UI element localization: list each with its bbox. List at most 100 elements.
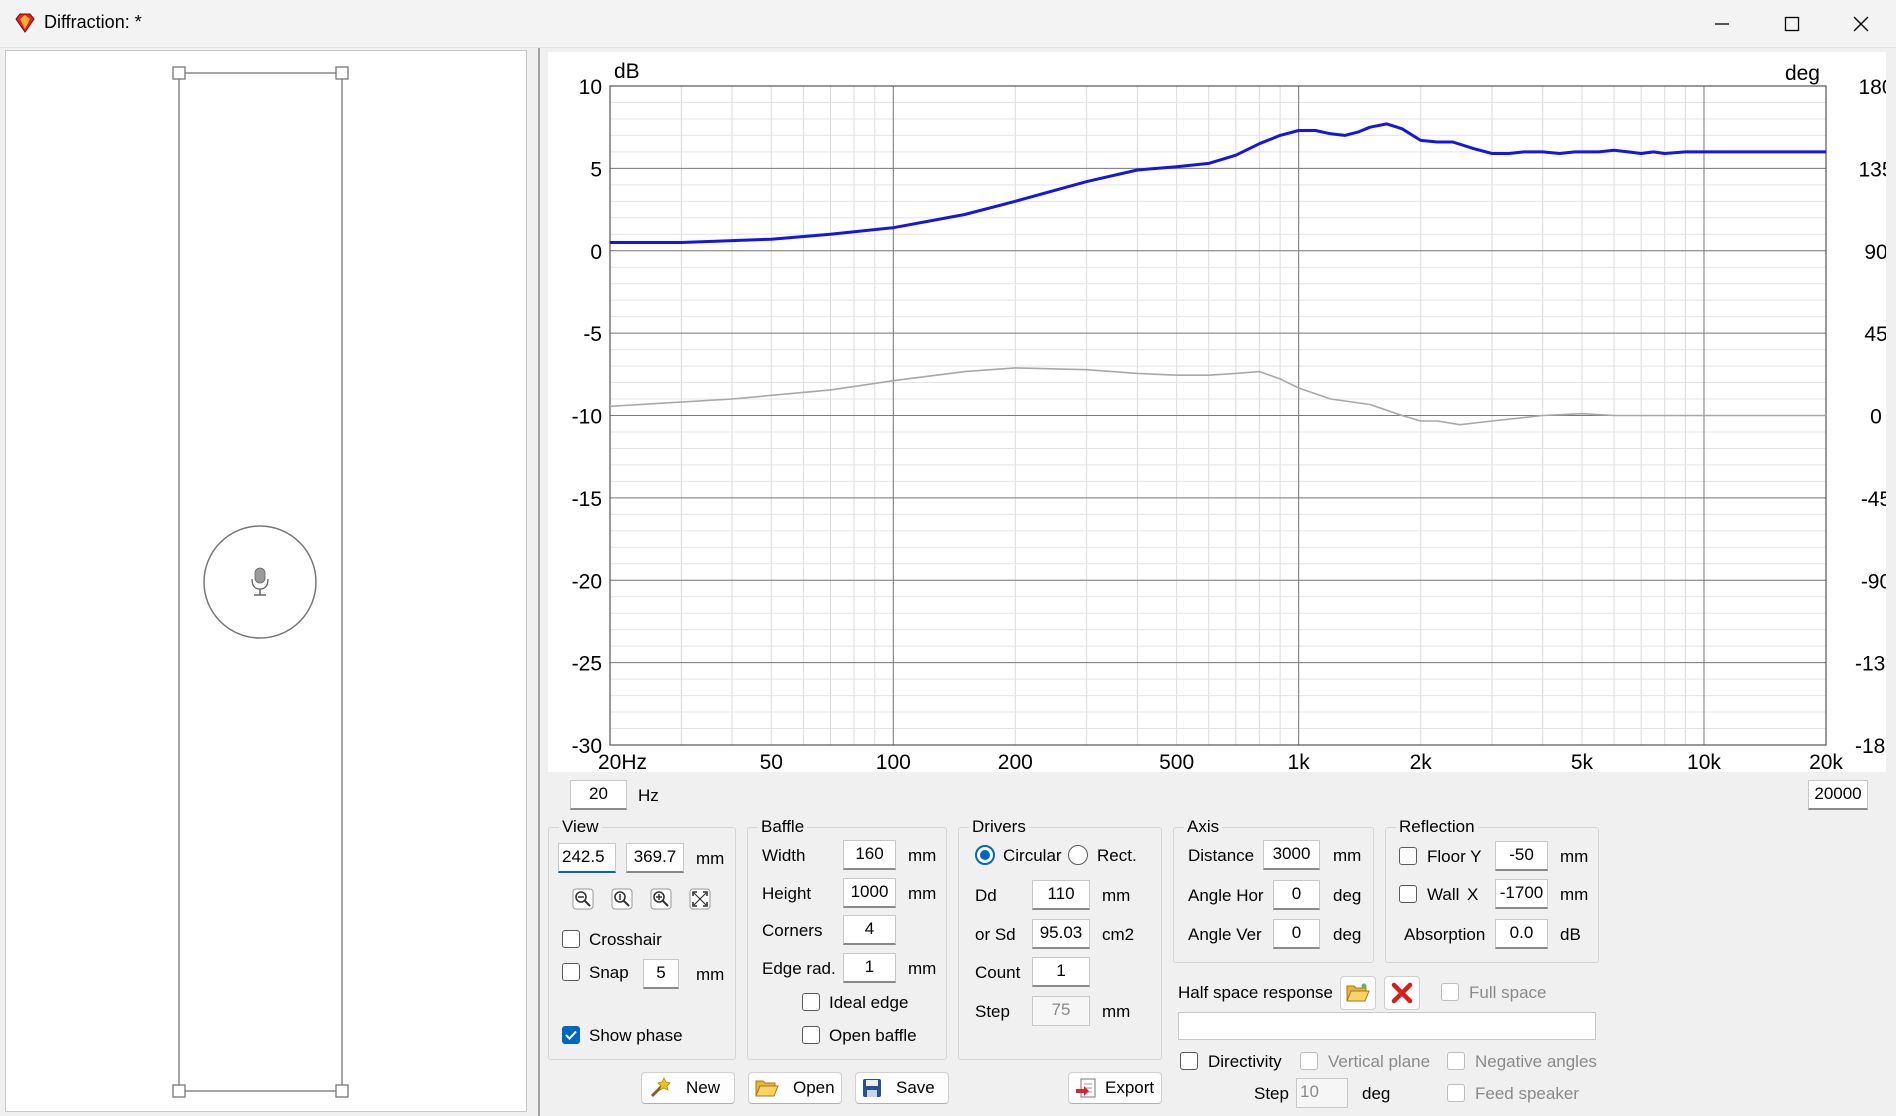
floor-input[interactable]: -50 [1495,841,1548,871]
minimize-button[interactable] [1687,0,1757,48]
x-tick-label: 500 [1159,751,1194,772]
freq-min-input[interactable]: 20 [570,780,627,810]
check-icon [565,1030,577,1040]
y2-tick-label: 180 [1858,76,1886,99]
rect-radio[interactable] [1068,845,1088,865]
window-title: Diffraction: * [44,12,142,32]
zoom-fit-button[interactable] [608,885,636,913]
new-button-label: New [686,1078,721,1097]
half-space-path-input[interactable] [1178,1012,1596,1040]
edge-rad-input[interactable]: 1 [843,953,896,983]
baffle-drawing[interactable] [6,51,526,1111]
absorption-unit: dB [1560,925,1581,944]
panel-splitter[interactable] [528,50,538,1112]
view-y-input[interactable]: 369.7 [626,843,684,873]
drivers-group-title: Drivers [969,817,1029,837]
freq-min-unit: Hz [638,786,659,805]
snap-checkbox[interactable] [562,963,580,981]
count-input[interactable]: 1 [1032,957,1090,987]
save-button[interactable]: Save [855,1072,949,1104]
y-tick-label: -15 [572,488,602,511]
magnitude-series-line [610,122,1826,244]
title-bar: Diffraction: * [0,0,1896,48]
height-input[interactable]: 1000 [843,878,896,908]
vertical-plane-label: Vertical plane [1328,1052,1431,1071]
edge-rad-label: Edge rad. [762,959,836,978]
response-chart[interactable]: 1050-5-10-15-20-25-3018013590450-45-90-1… [548,52,1886,772]
axis-group-title: Axis [1184,817,1223,837]
reflection-group-title: Reflection [1396,817,1478,837]
crosshair-checkbox[interactable] [562,930,580,948]
wall-axis-label: X [1467,885,1479,904]
red-x-icon [1391,982,1413,1004]
resize-handle-bottom-right [335,1084,349,1098]
absorption-input[interactable]: 0.0 [1495,919,1548,949]
driver-step-input[interactable]: 75 [1032,996,1090,1026]
sd-unit: cm2 [1102,925,1135,944]
half-space-open-button[interactable] [1340,976,1376,1010]
full-space-label: Full space [1469,983,1547,1002]
freq-max-input[interactable]: 20000 [1808,780,1868,810]
close-button[interactable] [1826,0,1896,48]
directivity-step-input[interactable]: 10 [1296,1078,1348,1108]
chart-svg[interactable]: 1050-5-10-15-20-25-3018013590450-45-90-1… [548,52,1886,772]
directivity-checkbox[interactable] [1180,1052,1198,1070]
y2-tick-label: 90 [1864,241,1886,264]
show-phase-label: Show phase [589,1026,683,1045]
snap-input[interactable]: 5 [643,959,679,989]
y-tick-label: 5 [590,158,602,181]
zoom-out-button[interactable] [569,885,597,913]
floppy-disk-icon [863,1079,881,1097]
rect-label: Rect. [1097,846,1137,865]
half-space-clear-button[interactable] [1384,976,1420,1010]
full-space-checkbox[interactable] [1441,983,1459,1001]
y-tick-label: -10 [572,406,602,429]
maximize-button[interactable] [1757,0,1827,48]
angle-ver-input[interactable]: 0 [1273,919,1320,949]
open-baffle-checkbox[interactable] [802,1026,820,1044]
y-tick-label: -25 [572,653,602,676]
save-button-label: Save [896,1078,935,1097]
y-axis-label: dB [614,60,640,83]
open-button-label: Open [793,1078,835,1097]
circular-radio[interactable] [975,845,995,865]
negative-angles-checkbox[interactable] [1447,1052,1465,1070]
expand-icon [689,888,711,910]
dd-input[interactable]: 110 [1032,880,1090,910]
zoom-in-button[interactable] [647,885,675,913]
wall-checkbox[interactable] [1399,885,1417,903]
y-tick-label: 10 [579,76,602,99]
angle-hor-input[interactable]: 0 [1273,880,1320,910]
distance-label: Distance [1188,846,1255,865]
wall-input[interactable]: -1700 [1495,879,1548,909]
baffle-view-canvas[interactable] [5,50,527,1112]
view-x-input[interactable]: 242.5 [558,843,616,873]
width-input[interactable]: 160 [843,840,896,870]
vertical-plane-checkbox[interactable] [1300,1052,1318,1070]
distance-unit: mm [1333,846,1362,865]
floor-checkbox[interactable] [1399,847,1417,865]
export-icon [1076,1078,1096,1098]
feed-speaker-label: Feed speaker [1475,1084,1579,1103]
y2-tick-label: -45 [1861,488,1886,511]
feed-speaker-checkbox[interactable] [1447,1084,1465,1102]
half-space-label: Half space response [1178,983,1333,1002]
open-button[interactable]: Open [748,1072,842,1104]
x-tick-label: 20k [1809,751,1843,772]
sd-input[interactable]: 95.03 [1032,919,1090,949]
wall-unit: mm [1560,885,1589,904]
y2-tick-label: -180 [1855,735,1886,758]
distance-input[interactable]: 3000 [1263,840,1320,870]
fullscreen-button[interactable] [686,885,714,913]
y2-tick-label: 0 [1870,406,1882,429]
new-button[interactable]: New [641,1072,735,1104]
snap-unit: mm [696,965,725,984]
open-baffle-label: Open baffle [829,1026,917,1045]
close-icon [1853,16,1869,32]
ideal-edge-checkbox[interactable] [802,993,820,1011]
height-label: Height [762,884,812,903]
corners-input[interactable]: 4 [843,915,896,945]
export-button[interactable]: Export [1068,1072,1162,1104]
show-phase-checkbox[interactable] [562,1026,580,1044]
floor-unit: mm [1560,847,1589,866]
